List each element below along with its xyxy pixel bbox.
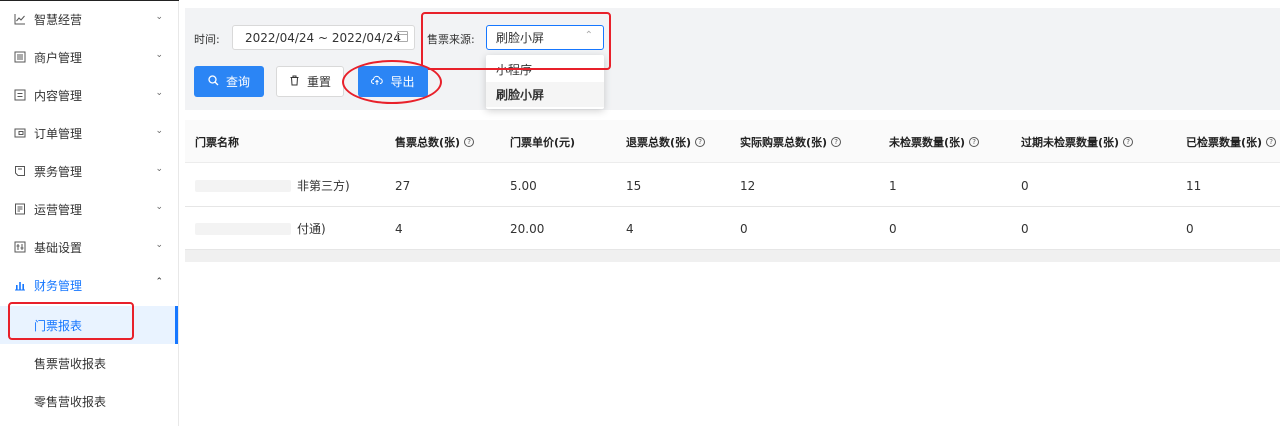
help-icon[interactable]: ? bbox=[1123, 136, 1134, 147]
sidebar-item-label: 基础设置 bbox=[34, 240, 83, 255]
help-icon[interactable]: ? bbox=[1266, 136, 1277, 147]
reset-button-label: 重置 bbox=[306, 75, 331, 89]
table-row[interactable]: 付通) 4 20.00 4 0 0 0 0 bbox=[185, 207, 1280, 250]
column-header: 退票总数(张)? bbox=[626, 120, 706, 163]
settings-grid-icon bbox=[14, 241, 26, 253]
table-header: 门票名称 售票总数(张)? 门票单价(元) 退票总数(张)? 实际购票总数(张)… bbox=[185, 120, 1280, 163]
sidebar-subitem-label: 零售营收报表 bbox=[34, 394, 107, 409]
sidebar-item-label: 财务管理 bbox=[34, 278, 83, 293]
calendar-icon bbox=[397, 31, 408, 42]
sidebar-item-label: 订单管理 bbox=[34, 126, 83, 141]
reset-button[interactable]: 重置 bbox=[276, 66, 344, 97]
sidebar-item-label: 运营管理 bbox=[34, 202, 83, 217]
order-card-icon bbox=[14, 127, 26, 139]
help-icon[interactable]: ? bbox=[969, 136, 980, 147]
chevron-down-icon: ⌄ bbox=[155, 164, 163, 174]
table-footer-bar bbox=[185, 250, 1280, 262]
query-button[interactable]: 查询 bbox=[194, 66, 264, 97]
ticket-icon bbox=[14, 165, 26, 177]
sidebar-item-finance[interactable]: 财务管理 ⌃ bbox=[0, 266, 178, 304]
sidebar-item-operations[interactable]: 运营管理 ⌄ bbox=[0, 190, 178, 228]
sidebar-item-basic-settings[interactable]: 基础设置 ⌄ bbox=[0, 228, 178, 266]
table-cell: 0 bbox=[740, 221, 748, 236]
chevron-down-icon: ⌄ bbox=[155, 126, 163, 136]
sidebar-subitem-label: 售票营收报表 bbox=[34, 356, 107, 371]
main-content: 时间: 2022/04/24 ~ 2022/04/24 售票来源: 刷脸小屏 ⌃… bbox=[180, 0, 1280, 426]
time-label: 时间: bbox=[194, 33, 220, 46]
content-box-icon bbox=[14, 89, 26, 101]
column-header: 未检票数量(张)? bbox=[889, 120, 980, 163]
sidebar-item-orders[interactable]: 订单管理 ⌄ bbox=[0, 114, 178, 152]
table-cell: 0 bbox=[1021, 178, 1029, 193]
sidebar-subitem-ticket-revenue-report[interactable]: 售票营收报表 bbox=[0, 344, 178, 382]
query-button-label: 查询 bbox=[225, 75, 250, 89]
highlight-box-ticket-report bbox=[8, 302, 134, 340]
app-root: 智慧经营 ⌄ 商户管理 ⌄ 内容管理 ⌄ 订单管理 ⌄ 票务管理 ⌄ 运营管理 … bbox=[0, 0, 1280, 426]
sidebar-item-content[interactable]: 内容管理 ⌄ bbox=[0, 76, 178, 114]
ticket-name-cell: 非第三方) bbox=[195, 164, 350, 207]
table-cell: 4 bbox=[395, 221, 403, 236]
chart-line-icon bbox=[14, 13, 26, 25]
chevron-down-icon: ⌄ bbox=[155, 12, 163, 22]
help-icon[interactable]: ? bbox=[695, 136, 706, 147]
sidebar-subitem-retail-revenue-report[interactable]: 零售营收报表 bbox=[0, 382, 178, 420]
table-cell: 1 bbox=[889, 178, 897, 193]
column-header: 门票名称 bbox=[195, 135, 239, 149]
chevron-down-icon: ⌄ bbox=[155, 88, 163, 98]
sidebar: 智慧经营 ⌄ 商户管理 ⌄ 内容管理 ⌄ 订单管理 ⌄ 票务管理 ⌄ 运营管理 … bbox=[0, 0, 179, 426]
chevron-down-icon: ⌄ bbox=[155, 240, 163, 250]
redacted-text bbox=[195, 222, 291, 235]
table-cell: 12 bbox=[740, 178, 756, 193]
sidebar-item-label: 商户管理 bbox=[34, 50, 83, 65]
table-cell: 15 bbox=[626, 178, 642, 193]
table-cell: 5.00 bbox=[510, 178, 537, 193]
trash-icon bbox=[289, 75, 300, 89]
column-header: 已检票数量(张)? bbox=[1186, 120, 1277, 163]
sidebar-item-merchant[interactable]: 商户管理 ⌄ bbox=[0, 38, 178, 76]
source-option-face-screen[interactable]: 刷脸小屏 bbox=[486, 82, 604, 107]
table-cell: 20.00 bbox=[510, 221, 545, 236]
bar-chart-icon bbox=[14, 279, 26, 291]
calendar-box-icon bbox=[14, 203, 26, 215]
table-cell: 0 bbox=[1021, 221, 1029, 236]
sidebar-item-label: 内容管理 bbox=[34, 88, 83, 103]
list-box-icon bbox=[14, 51, 26, 63]
highlight-oval-export bbox=[342, 60, 442, 104]
table-cell: 0 bbox=[1186, 221, 1194, 236]
date-range-picker[interactable]: 2022/04/24 ~ 2022/04/24 bbox=[232, 25, 415, 50]
column-header: 实际购票总数(张)? bbox=[740, 120, 842, 163]
chevron-down-icon: ⌄ bbox=[155, 50, 163, 60]
table-cell: 4 bbox=[626, 221, 634, 236]
search-icon bbox=[208, 74, 219, 89]
redacted-text bbox=[195, 179, 291, 192]
highlight-box-source bbox=[421, 12, 611, 70]
chevron-down-icon: ⌄ bbox=[155, 202, 163, 212]
column-header: 门票单价(元) bbox=[510, 135, 576, 149]
date-range-value: 2022/04/24 ~ 2022/04/24 bbox=[245, 30, 402, 45]
filter-panel: 时间: 2022/04/24 ~ 2022/04/24 售票来源: 刷脸小屏 ⌃… bbox=[185, 8, 1280, 110]
table-cell: 27 bbox=[395, 178, 411, 193]
sidebar-item-ticketing[interactable]: 票务管理 ⌄ bbox=[0, 152, 178, 190]
chevron-up-icon: ⌃ bbox=[155, 277, 163, 287]
column-header: 过期未检票数量(张)? bbox=[1021, 120, 1134, 163]
sidebar-item-label: 智慧经营 bbox=[34, 12, 83, 27]
table-cell: 0 bbox=[889, 221, 897, 236]
sidebar-item-label: 票务管理 bbox=[34, 164, 83, 179]
table-row[interactable]: 非第三方) 27 5.00 15 12 1 0 11 bbox=[185, 164, 1280, 207]
column-header: 售票总数(张)? bbox=[395, 120, 475, 163]
help-icon[interactable]: ? bbox=[464, 136, 475, 147]
sidebar-item-smart-operations[interactable]: 智慧经营 ⌄ bbox=[0, 0, 178, 38]
table-cell: 11 bbox=[1186, 178, 1202, 193]
help-icon[interactable]: ? bbox=[831, 136, 842, 147]
ticket-name-cell: 付通) bbox=[195, 207, 326, 250]
